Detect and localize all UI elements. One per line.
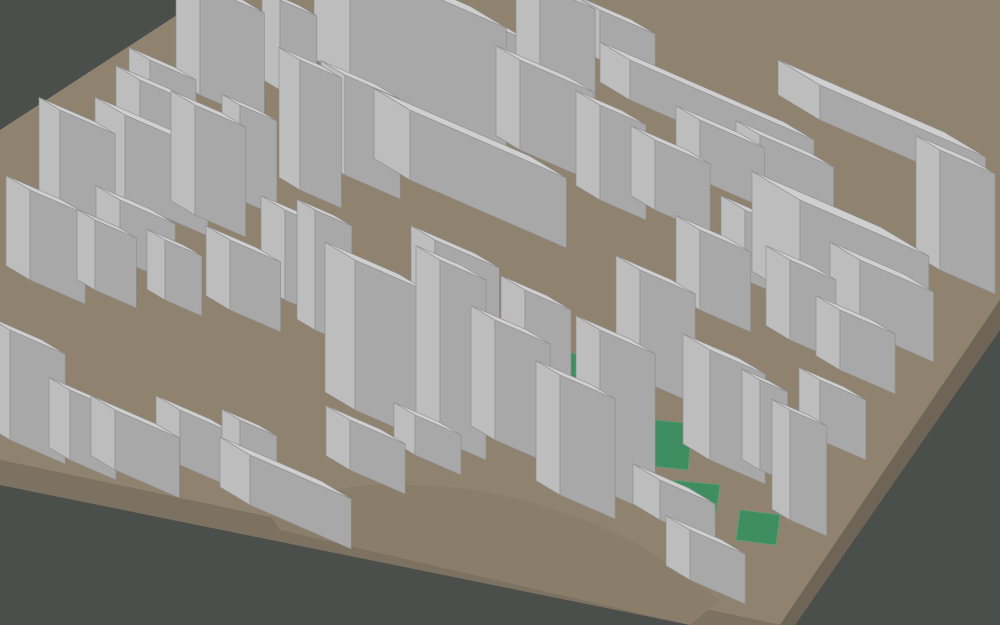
building-left-face bbox=[205, 225, 231, 311]
building-left-face bbox=[48, 376, 71, 461]
building-left-face bbox=[765, 245, 791, 341]
building-right-face bbox=[939, 149, 996, 295]
building-left-face bbox=[415, 245, 441, 441]
building-left-face bbox=[146, 228, 166, 301]
building-left-face bbox=[630, 125, 656, 211]
building-left-face bbox=[261, 0, 281, 91]
building-left-face bbox=[535, 360, 561, 496]
building-left-face bbox=[278, 46, 301, 191]
building-left-face bbox=[495, 45, 521, 151]
building-left-face bbox=[76, 208, 96, 291]
building-right-face bbox=[559, 374, 616, 520]
building-right-face bbox=[194, 104, 246, 238]
building-left-face bbox=[5, 175, 31, 281]
park-area bbox=[735, 509, 781, 546]
building-left-face bbox=[324, 241, 356, 411]
building-left-face bbox=[741, 368, 761, 471]
building-left-face bbox=[771, 398, 791, 521]
3d-city-model-viewport[interactable] bbox=[0, 0, 1000, 625]
building-left-face bbox=[0, 323, 11, 441]
building-left-face bbox=[170, 90, 196, 216]
building-left-face bbox=[915, 135, 941, 271]
city-model-scene bbox=[0, 0, 1000, 625]
building-right-face bbox=[789, 409, 828, 537]
building-right-face bbox=[299, 59, 342, 209]
building-left-face bbox=[296, 198, 316, 331]
building-left-face bbox=[575, 90, 601, 201]
building-left-face bbox=[682, 333, 711, 461]
building-left-face bbox=[470, 305, 496, 441]
